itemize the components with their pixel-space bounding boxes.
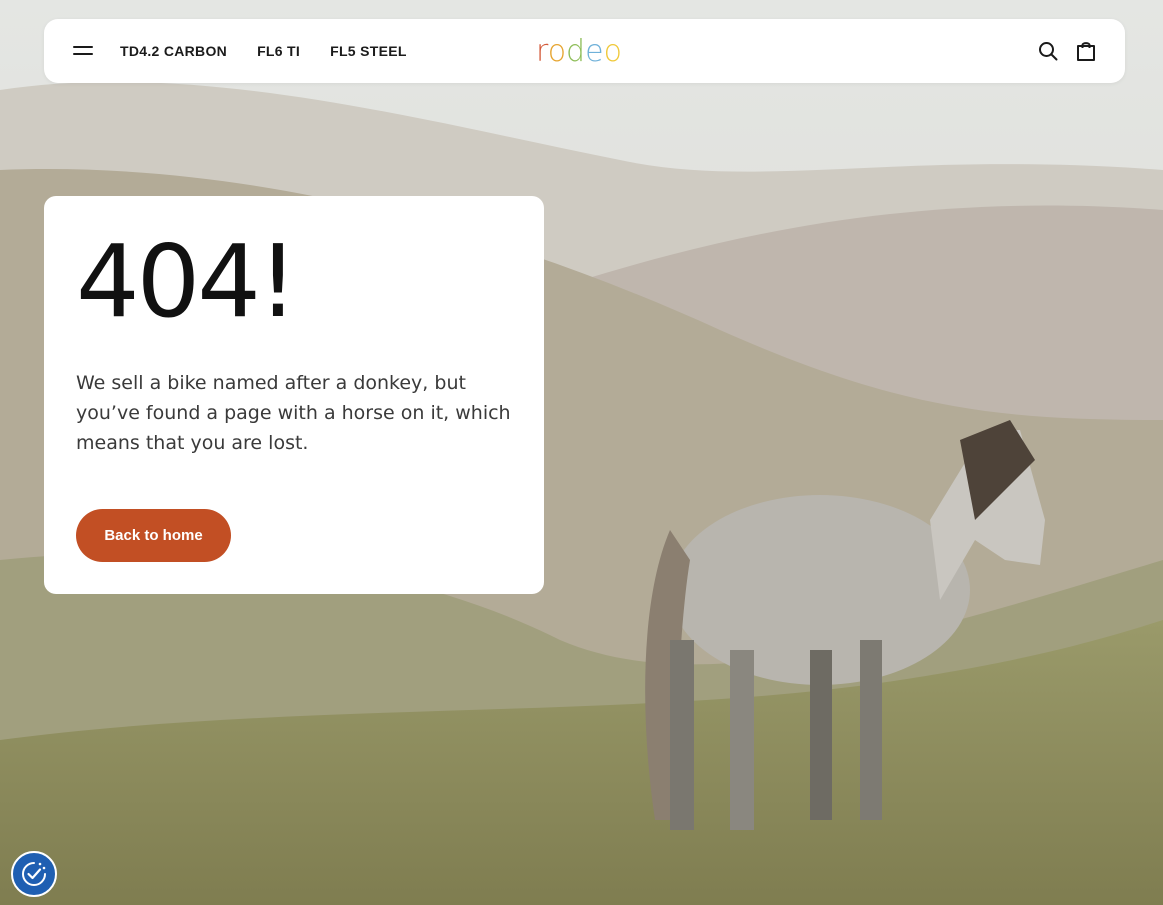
- error-message: We sell a bike named after a donkey, but…: [76, 372, 511, 454]
- nav-link-td42-carbon[interactable]: TD4.2 CARBON: [120, 43, 227, 59]
- back-to-home-button[interactable]: Back to home: [76, 509, 231, 562]
- cookie-consent-button[interactable]: [11, 851, 57, 897]
- site-header: TD4.2 CARBON FL6 TI FL5 STEEL rodeo: [44, 19, 1125, 83]
- nav-link-fl5-steel[interactable]: FL5 STEEL: [330, 43, 407, 59]
- svg-text:rodeo: rodeo: [536, 35, 622, 67]
- rodeo-logo[interactable]: rodeo: [536, 35, 632, 67]
- hamburger-menu-icon[interactable]: [70, 41, 96, 61]
- cookie-consent-icon: [22, 862, 46, 886]
- search-icon[interactable]: [1036, 39, 1060, 63]
- main-nav: TD4.2 CARBON FL6 TI FL5 STEEL: [120, 19, 437, 83]
- error-card: 404! We sell a bike named after a donkey…: [44, 196, 544, 594]
- nav-link-fl6-ti[interactable]: FL6 TI: [257, 43, 300, 59]
- page: TD4.2 CARBON FL6 TI FL5 STEEL rodeo 404!…: [0, 0, 1163, 905]
- shopping-bag-icon[interactable]: [1074, 39, 1098, 63]
- error-code-heading: 404!: [76, 223, 298, 340]
